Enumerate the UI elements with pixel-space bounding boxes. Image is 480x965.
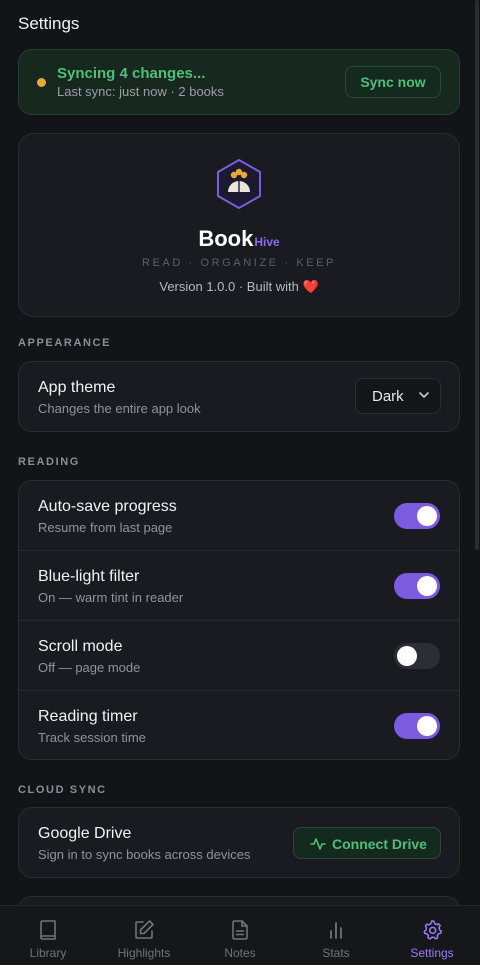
sync-status-banner: Syncing 4 changes... Last sync: just now… — [18, 49, 460, 115]
gear-icon — [423, 920, 443, 940]
nav-label: Library — [29, 946, 67, 960]
bar-chart-icon — [330, 922, 342, 939]
nav-label: Settings — [410, 946, 454, 960]
setting-subtitle: Resume from last page — [38, 520, 173, 535]
sync-status-subtitle: Last sync: just now · 2 books — [57, 84, 224, 99]
heart-icon: ❤️ — [302, 279, 319, 294]
app-info-card: BookHive READ · ORGANIZE · KEEP Version … — [18, 133, 460, 317]
setting-subtitle: Sign in to sync books across devices — [38, 847, 251, 862]
nav-label: Stats — [322, 946, 350, 960]
setting-subtitle: On — warm tint in reader — [38, 590, 184, 605]
appearance-group: App theme Changes the entire app look Da… — [18, 361, 460, 432]
app-tagline: READ · ORGANIZE · KEEP — [141, 257, 337, 269]
setting-title: Reading timer — [38, 708, 138, 725]
theme-select-value: Dark — [372, 388, 404, 405]
toggle-knob — [417, 506, 437, 526]
bottom-navigation: Library Highlights Notes Stats Settings — [0, 905, 480, 965]
app-name-suffix: Hive — [254, 235, 280, 249]
activity-icon — [310, 838, 326, 850]
nav-item-library[interactable]: Library — [0, 906, 96, 965]
reading-timer-toggle[interactable] — [394, 713, 440, 739]
scroll-mode-toggle[interactable] — [394, 643, 440, 669]
setting-row-google-drive: Google Drive Sign in to sync books acros… — [19, 808, 459, 877]
auto-save-toggle[interactable] — [394, 503, 440, 529]
sync-now-button[interactable]: Sync now — [345, 66, 441, 98]
setting-subtitle: Track session time — [38, 730, 146, 745]
setting-title: Scroll mode — [38, 638, 123, 655]
edit-icon — [135, 920, 154, 939]
app-name-main: Book — [198, 226, 254, 251]
setting-row-reading-timer: Reading timer Track session time — [19, 690, 459, 759]
toggle-knob — [417, 716, 437, 736]
version-text: Version 1.0.0 · Built with — [159, 279, 299, 294]
cloud-sync-group: Google Drive Sign in to sync books acros… — [18, 807, 460, 878]
section-header-cloud-sync: CLOUD SYNC — [18, 784, 107, 796]
app-name: BookHive — [19, 226, 459, 252]
book-icon — [40, 920, 56, 940]
app-version: Version 1.0.0 · Built with ❤️ — [19, 279, 459, 295]
nav-item-settings[interactable]: Settings — [384, 906, 480, 965]
section-header-appearance: APPEARANCE — [18, 337, 112, 349]
setting-title: Blue-light filter — [38, 568, 140, 585]
nav-label: Highlights — [117, 946, 171, 960]
setting-row-app-theme: App theme Changes the entire app look Da… — [19, 362, 459, 431]
toggle-knob — [397, 646, 417, 666]
bookhive-logo-icon — [217, 158, 261, 210]
file-text-icon — [232, 920, 248, 940]
nav-label: Notes — [224, 946, 256, 960]
theme-select[interactable]: Dark — [355, 378, 441, 414]
page-title: Settings — [18, 14, 80, 33]
connect-drive-label: Connect Drive — [332, 836, 427, 852]
nav-item-highlights[interactable]: Highlights — [96, 906, 192, 965]
setting-title: App theme — [38, 379, 116, 396]
setting-row-scroll-mode: Scroll mode Off — page mode — [19, 620, 459, 690]
chevron-down-icon — [419, 392, 429, 398]
setting-subtitle: Off — page mode — [38, 660, 141, 675]
setting-subtitle: Changes the entire app look — [38, 401, 201, 416]
connect-drive-button[interactable]: Connect Drive — [293, 827, 441, 859]
nav-item-notes[interactable]: Notes — [192, 906, 288, 965]
setting-row-auto-save: Auto-save progress Resume from last page — [19, 481, 459, 550]
sync-status-dot — [37, 78, 46, 87]
nav-item-stats[interactable]: Stats — [288, 906, 384, 965]
setting-title: Auto-save progress — [38, 498, 177, 515]
section-header-reading: READING — [18, 456, 80, 468]
sync-status-title: Syncing 4 changes... — [57, 65, 206, 82]
toggle-knob — [417, 576, 437, 596]
setting-row-blue-light: Blue-light filter On — warm tint in read… — [19, 550, 459, 620]
reading-group: Auto-save progress Resume from last page… — [18, 480, 460, 760]
scrollbar[interactable] — [475, 0, 479, 550]
blue-light-toggle[interactable] — [394, 573, 440, 599]
setting-title: Google Drive — [38, 825, 132, 842]
